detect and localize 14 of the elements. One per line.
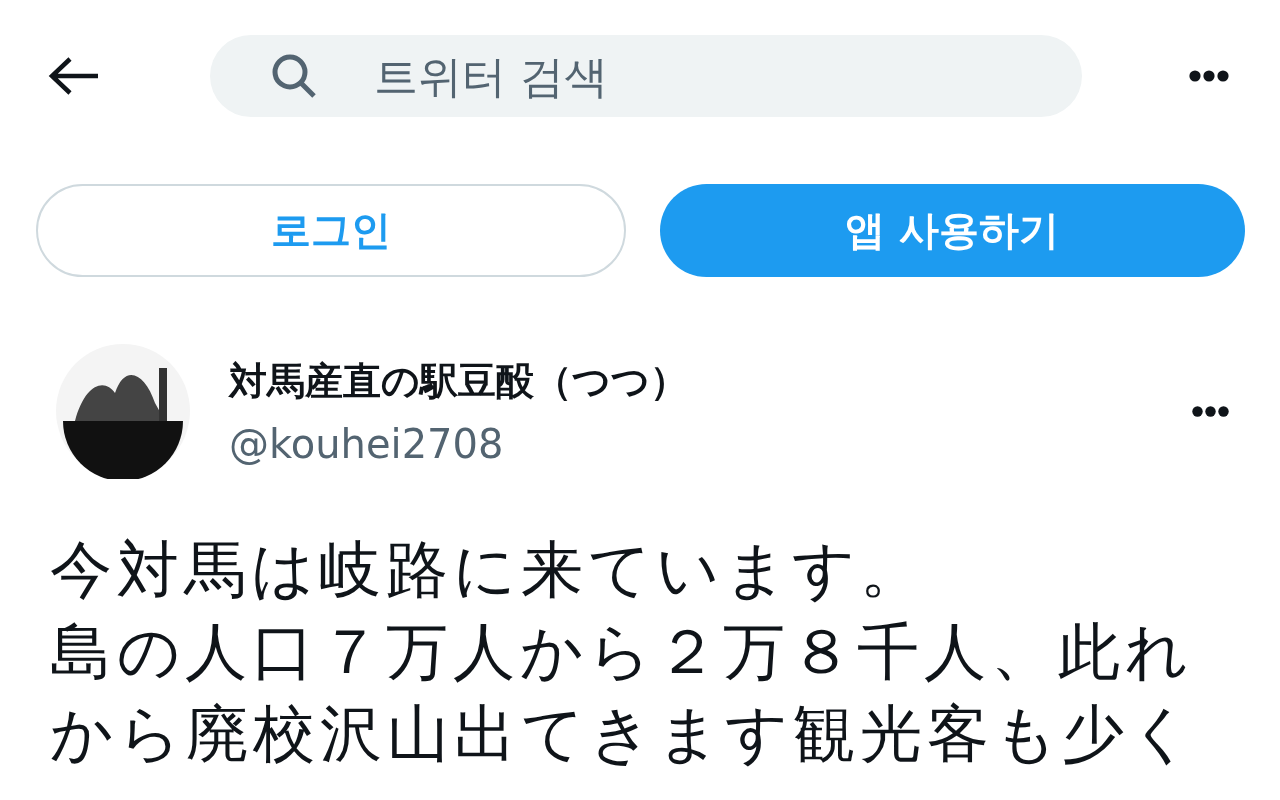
open-app-button[interactable]: 앱 사용하기 (659, 184, 1245, 277)
back-button[interactable] (48, 56, 100, 96)
profile-handle: @kouhei2708 (229, 420, 505, 467)
profile-name: 対馬産直の駅豆酘（つつ） (229, 357, 689, 405)
login-button[interactable]: 로그인 (36, 184, 626, 277)
more-button[interactable] (1191, 404, 1230, 418)
search-field[interactable]: 트위터 검색 (210, 35, 1082, 117)
tweet-text: 島の人口７万人から２万８千人、此れから廃校沢山出てきます観光客も少く (50, 614, 1198, 772)
more-icon (1191, 404, 1230, 418)
more-button[interactable] (1188, 69, 1230, 83)
search-icon (270, 52, 318, 100)
back-arrow-icon (48, 56, 100, 96)
tweet-text: 今対馬は岐路に来ています。 (50, 532, 928, 608)
more-icon (1188, 69, 1230, 83)
